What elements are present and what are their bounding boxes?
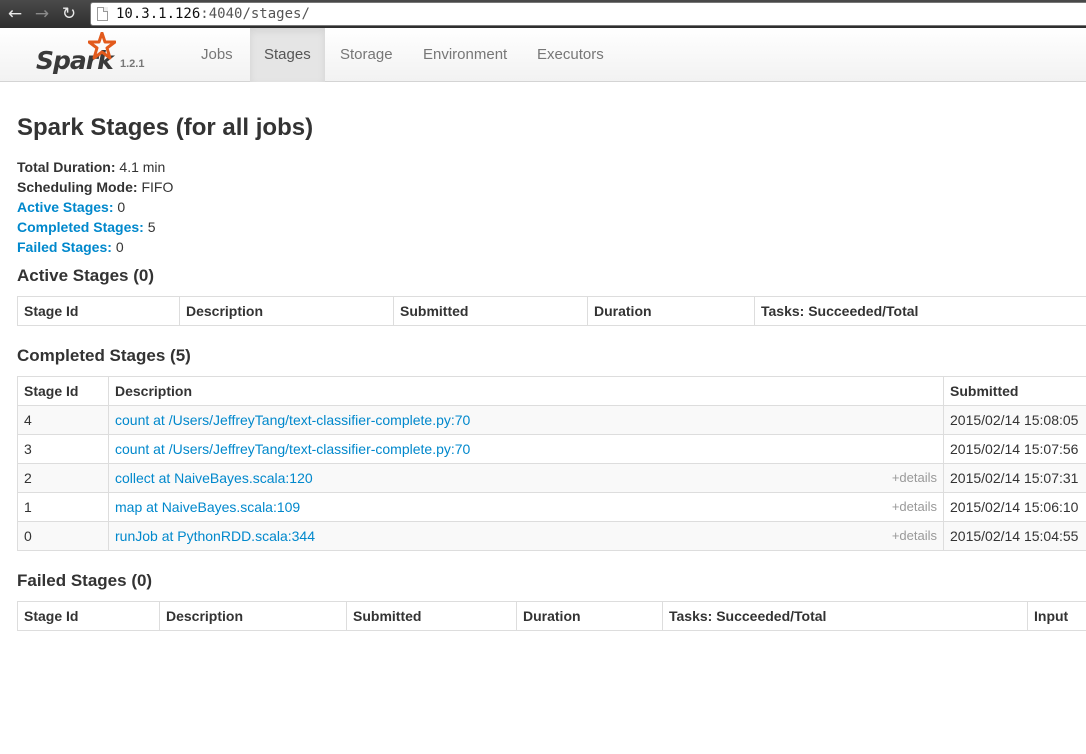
- details-toggle[interactable]: +details: [892, 499, 937, 514]
- stage-description-link[interactable]: map at NaiveBayes.scala:109: [115, 499, 300, 515]
- tab-storage[interactable]: Storage: [326, 28, 407, 82]
- completed-stages-heading: Completed Stages (5): [17, 346, 191, 365]
- tab-stages[interactable]: Stages: [250, 28, 325, 82]
- column-header-tasks[interactable]: Tasks: Succeeded/Total: [662, 601, 1028, 631]
- table-row: 0 runJob at PythonRDD.scala:344 +details …: [17, 521, 1086, 551]
- failed-stages-heading: Failed Stages (0): [17, 571, 153, 590]
- page-icon: [97, 7, 108, 21]
- stage-description-link[interactable]: count at /Users/JeffreyTang/text-classif…: [115, 412, 470, 428]
- tab-executors[interactable]: Executors: [523, 28, 618, 82]
- stage-description: collect at NaiveBayes.scala:120 +details: [108, 463, 944, 493]
- completed-stages-link[interactable]: Completed Stages:: [17, 219, 144, 235]
- details-toggle[interactable]: +details: [892, 528, 937, 543]
- stage-id: 3: [17, 434, 109, 464]
- table-row: 3 count at /Users/JeffreyTang/text-class…: [17, 434, 1086, 464]
- active-stages-link[interactable]: Active Stages:: [17, 199, 113, 215]
- details-toggle[interactable]: +details: [892, 470, 937, 485]
- completed-stages-table: Stage Id Description Submitted 4 count a…: [17, 376, 1086, 551]
- summary-list: Total Duration: 4.1 min Scheduling Mode:…: [17, 157, 173, 257]
- column-header-description[interactable]: Description: [159, 601, 347, 631]
- stage-description: count at /Users/JeffreyTang/text-classif…: [108, 434, 944, 464]
- total-duration: Total Duration: 4.1 min: [17, 159, 166, 175]
- stage-id: 2: [17, 463, 109, 493]
- stage-description-link[interactable]: runJob at PythonRDD.scala:344: [115, 528, 315, 544]
- column-header-submitted[interactable]: Submitted: [346, 601, 517, 631]
- failed-stages-table: Stage Id Description Submitted Duration …: [17, 601, 1086, 631]
- address-bar[interactable]: 10.3.1.126:4040/stages/: [90, 2, 1086, 26]
- column-header-duration[interactable]: Duration: [587, 296, 755, 326]
- table-row: 2 collect at NaiveBayes.scala:120 +detail…: [17, 463, 1086, 493]
- stage-description-link[interactable]: count at /Users/JeffreyTang/text-classif…: [115, 441, 470, 457]
- stage-description: runJob at PythonRDD.scala:344 +details: [108, 521, 944, 551]
- stage-description-link[interactable]: collect at NaiveBayes.scala:120: [115, 470, 313, 486]
- stage-submitted: 2015/02/14 15:07:31: [943, 463, 1086, 493]
- stage-submitted: 2015/02/14 15:07:56: [943, 434, 1086, 464]
- column-header-description[interactable]: Description: [108, 376, 944, 406]
- column-header-submitted[interactable]: Submitted: [393, 296, 588, 326]
- table-row: 4 count at /Users/JeffreyTang/text-class…: [17, 405, 1086, 435]
- stage-id: 4: [17, 405, 109, 435]
- failed-stages-summary: Failed Stages: 0: [17, 239, 124, 255]
- column-header-stage-id[interactable]: Stage Id: [17, 376, 109, 406]
- table-row: 1 map at NaiveBayes.scala:109 +details 20…: [17, 492, 1086, 522]
- column-header-duration[interactable]: Duration: [516, 601, 663, 631]
- scheduling-mode: Scheduling Mode: FIFO: [17, 179, 174, 195]
- active-stages-heading: Active Stages (0): [17, 266, 154, 285]
- forward-arrow-icon[interactable]: →: [31, 3, 53, 25]
- failed-stages-link[interactable]: Failed Stages:: [17, 239, 112, 255]
- reload-icon[interactable]: ↻: [58, 3, 80, 25]
- active-stages-summary: Active Stages: 0: [17, 199, 126, 215]
- stage-submitted: 2015/02/14 15:06:10: [943, 492, 1086, 522]
- completed-stages-summary: Completed Stages: 5: [17, 219, 156, 235]
- active-stages-table: Stage Id Description Submitted Duration …: [17, 296, 1086, 326]
- page-title: Spark Stages (for all jobs): [17, 114, 314, 141]
- column-header-description[interactable]: Description: [179, 296, 394, 326]
- column-header-submitted[interactable]: Submitted: [943, 376, 1086, 406]
- stage-id: 1: [17, 492, 109, 522]
- back-arrow-icon[interactable]: ←: [4, 3, 26, 25]
- stage-description: count at /Users/JeffreyTang/text-classif…: [108, 405, 944, 435]
- column-header-tasks[interactable]: Tasks: Succeeded/Total: [754, 296, 1086, 326]
- column-header-stage-id[interactable]: Stage Id: [17, 296, 180, 326]
- spark-star-icon: [88, 32, 116, 60]
- browser-toolbar: ← → ↻ 10.3.1.126:4040/stages/: [0, 0, 1086, 28]
- tab-environment[interactable]: Environment: [409, 28, 521, 82]
- tab-jobs[interactable]: Jobs: [187, 28, 247, 82]
- column-header-input[interactable]: Input: [1027, 601, 1086, 631]
- url-text: 10.3.1.126:4040/stages/: [116, 6, 310, 22]
- spark-navbar: Spark 1.2.1 Jobs Stages Storage Environm…: [0, 28, 1086, 82]
- stage-submitted: 2015/02/14 15:04:55: [943, 521, 1086, 551]
- spark-version: 1.2.1: [120, 58, 145, 70]
- stage-description: map at NaiveBayes.scala:109 +details: [108, 492, 944, 522]
- stage-id: 0: [17, 521, 109, 551]
- stage-submitted: 2015/02/14 15:08:05: [943, 405, 1086, 435]
- column-header-stage-id[interactable]: Stage Id: [17, 601, 160, 631]
